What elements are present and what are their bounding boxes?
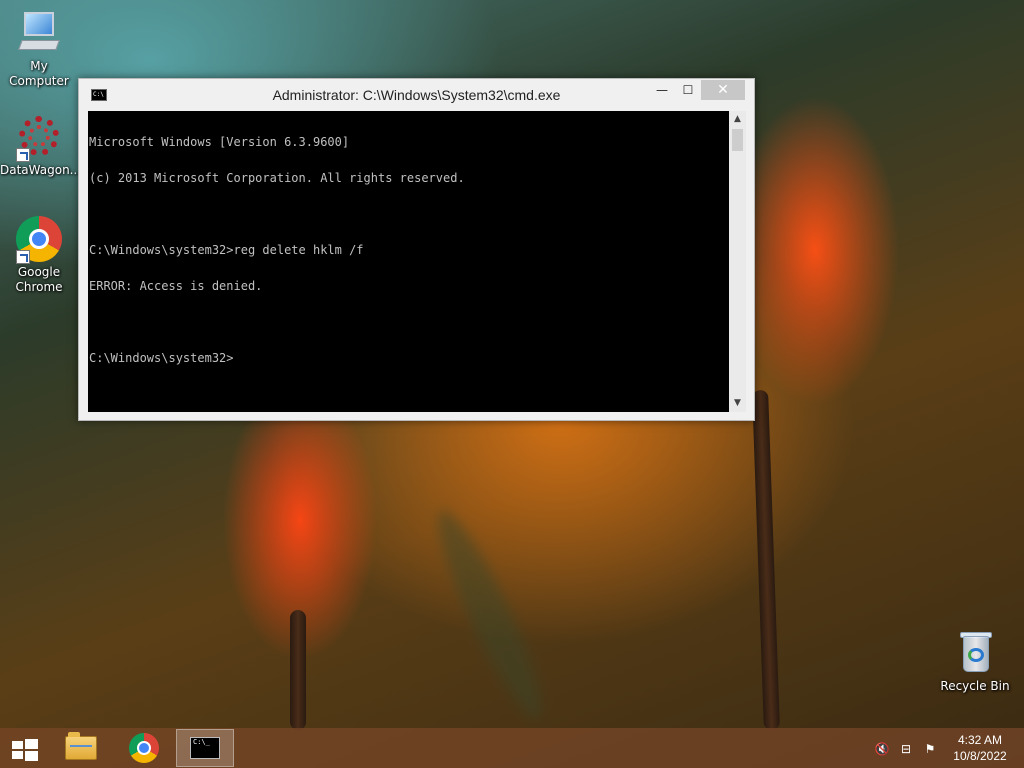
console-prompt[interactable]: C:\Windows\system32>	[89, 352, 729, 364]
wallpaper-leaf	[423, 502, 557, 728]
taskbar-cmd[interactable]: C:\_	[176, 729, 234, 767]
desktop-icon-my-computer[interactable]: My Computer	[0, 10, 78, 89]
window-titlebar[interactable]: C:\ Administrator: C:\Windows\System32\c…	[79, 79, 754, 111]
console-line: ERROR: Access is denied.	[89, 279, 263, 293]
scroll-up-arrow-icon[interactable]: ▲	[729, 111, 746, 128]
datawagon-icon	[16, 114, 62, 162]
desktop-icon-label: Recycle Bin	[940, 679, 1010, 693]
chrome-icon	[129, 733, 159, 763]
action-center-flag-icon[interactable]: ⚑	[922, 741, 938, 757]
recycle-bin-icon	[952, 630, 998, 676]
maximize-button[interactable]: ☐	[675, 80, 701, 100]
vertical-scrollbar[interactable]: ▲ ▼	[729, 111, 746, 412]
minimize-button[interactable]: —	[649, 80, 675, 100]
taskbar-chrome[interactable]	[116, 729, 172, 767]
network-icon[interactable]: ⊟	[898, 741, 914, 757]
scroll-down-arrow-icon[interactable]: ▼	[729, 395, 746, 412]
start-button[interactable]	[6, 734, 42, 762]
desktop-icon-google-chrome[interactable]: Google Chrome	[0, 216, 78, 295]
console-line: C:\Windows\system32>reg delete hklm /f	[89, 243, 364, 257]
scroll-thumb[interactable]	[732, 129, 743, 151]
cmd-window[interactable]: C:\ Administrator: C:\Windows\System32\c…	[78, 78, 755, 421]
volume-muted-icon[interactable]: 🔇	[874, 741, 890, 757]
taskbar: C:\_ 🔇 ⊟ ⚑ 4:32 AM 10/8/2022	[0, 728, 1024, 768]
folder-icon	[65, 732, 97, 760]
cmd-icon: C:\_	[190, 737, 220, 759]
console-line: (c) 2013 Microsoft Corporation. All righ…	[89, 171, 465, 185]
shortcut-arrow-icon	[16, 250, 30, 264]
wallpaper-stem	[752, 389, 780, 731]
chrome-icon	[16, 216, 62, 264]
clock-time: 4:32 AM	[957, 733, 1003, 747]
windows-logo-icon	[12, 739, 38, 761]
desktop-icon-label: DataWagon...	[0, 163, 82, 177]
computer-icon	[16, 10, 62, 56]
wallpaper-stem	[290, 610, 306, 730]
clock[interactable]: 4:32 AM 10/8/2022	[944, 732, 1016, 764]
shortcut-arrow-icon	[16, 148, 30, 162]
close-button[interactable]: ✕	[701, 80, 745, 100]
taskbar-file-explorer[interactable]	[53, 729, 109, 767]
desktop-icon-label: Google Chrome	[15, 265, 63, 294]
desktop-icon-label: My Computer	[9, 59, 69, 88]
desktop-icon-recycle-bin[interactable]: Recycle Bin	[936, 630, 1014, 694]
clock-date: 10/8/2022	[953, 749, 1007, 763]
console-line: Microsoft Windows [Version 6.3.9600]	[89, 135, 350, 149]
console-output[interactable]: Microsoft Windows [Version 6.3.9600] (c)…	[88, 111, 729, 412]
desktop-icon-datawagon[interactable]: DataWagon...	[0, 114, 82, 178]
